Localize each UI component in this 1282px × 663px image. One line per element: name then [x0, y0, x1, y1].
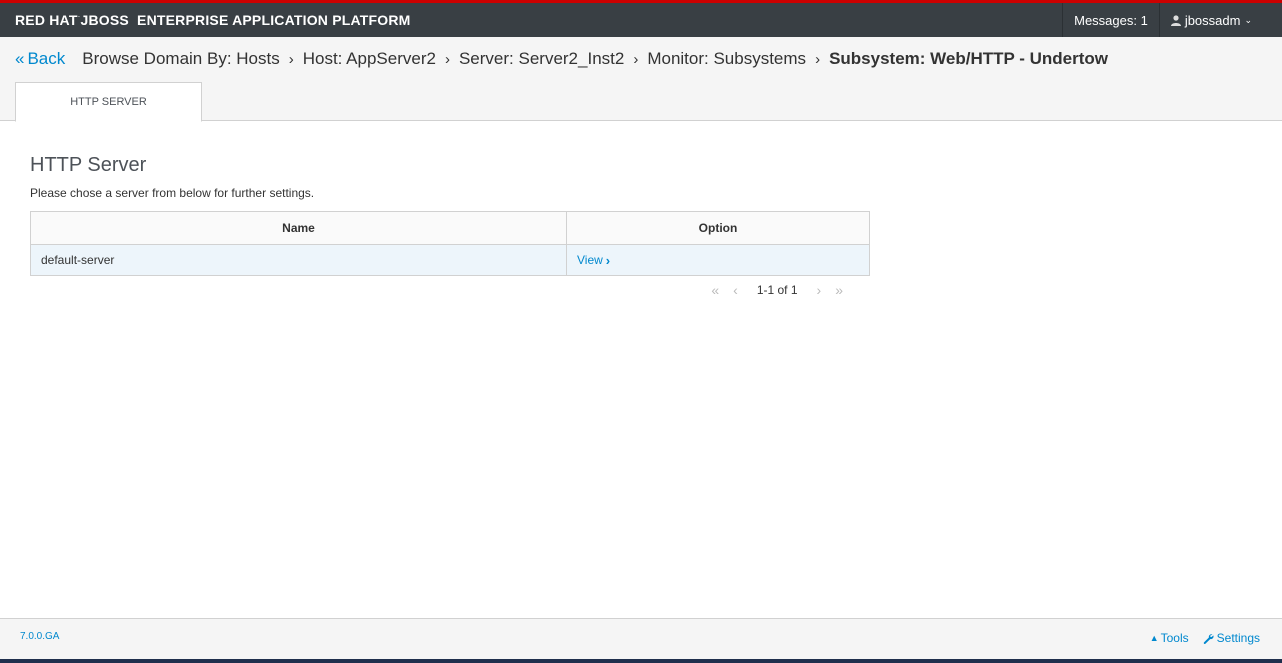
caret-up-icon: ▲ [1149, 633, 1159, 643]
user-name: jbossadm [1184, 12, 1241, 28]
brand-secondary: JBOSS [80, 12, 129, 28]
cell-name: default-server [30, 244, 567, 276]
pager: « ‹ 1-1 of 1 › » [30, 282, 870, 298]
breadcrumb-item-hosts[interactable]: Browse Domain By: Hosts [82, 49, 279, 69]
top-header: RED HAT·JBOSS ENTERPRISE APPLICATION PLA… [0, 0, 1282, 37]
chevron-down-icon: ⌄ [1244, 14, 1252, 25]
prev-page-icon[interactable]: ‹ [733, 282, 738, 298]
tools-label: Tools [1160, 631, 1189, 645]
cell-option: View › [566, 244, 870, 276]
main-content: HTTP Server Please chose a server from b… [30, 154, 870, 298]
breadcrumb-bar: « Back Browse Domain By: Hosts › Host: A… [0, 37, 1282, 122]
breadcrumb-current: Subsystem: Web/HTTP - Undertow [829, 49, 1109, 68]
column-header-name[interactable]: Name [30, 211, 567, 245]
page-description: Please chose a server from below for fur… [30, 186, 315, 200]
chevron-right-icon: › [444, 50, 450, 68]
messages-button[interactable]: Messages: 1 [1062, 3, 1159, 37]
brand-name: ENTERPRISE APPLICATION PLATFORM [137, 12, 411, 28]
settings-label: Settings [1216, 631, 1260, 645]
first-page-icon[interactable]: « [711, 282, 719, 298]
view-label: View [577, 253, 603, 267]
settings-link[interactable]: Settings [1203, 631, 1260, 645]
version-link[interactable]: 7.0.0.GA [20, 631, 59, 642]
back-link[interactable]: « Back [15, 49, 65, 69]
user-icon [1170, 14, 1181, 26]
wrench-icon [1203, 633, 1214, 644]
footer: 7.0.0.GA ▲ Tools Settings [0, 618, 1282, 663]
back-label: Back [27, 49, 66, 68]
server-table: Name Option default-server View › [30, 211, 870, 276]
page-title: HTTP Server [30, 154, 147, 176]
breadcrumb-item-host[interactable]: Host: AppServer2 [303, 49, 436, 69]
next-page-icon[interactable]: › [817, 282, 822, 298]
chevron-right-icon: › [815, 50, 821, 68]
pager-info: 1-1 of 1 [756, 283, 798, 297]
breadcrumb-item-server[interactable]: Server: Server2_Inst2 [459, 49, 624, 69]
chevron-right-icon: › [288, 50, 294, 68]
header-actions: Messages: 1 jbossadm ⌄ [1062, 3, 1282, 37]
table-header-row: Name Option [30, 211, 870, 245]
footer-links: ▲ Tools Settings [1136, 631, 1260, 645]
bottom-strip [0, 659, 1282, 663]
table-row[interactable]: default-server View › [30, 244, 870, 276]
breadcrumb: « Back Browse Domain By: Hosts › Host: A… [15, 49, 1108, 69]
breadcrumb-item-monitor[interactable]: Monitor: Subsystems [647, 49, 806, 69]
messages-label: Messages: 1 [1074, 12, 1148, 28]
brand-logo: RED HAT·JBOSS ENTERPRISE APPLICATION PLA… [15, 12, 411, 28]
chevron-right-icon: › [605, 252, 611, 268]
double-chevron-left-icon: « [15, 49, 25, 68]
user-menu-button[interactable]: jbossadm ⌄ [1158, 3, 1282, 37]
brand-primary: RED HAT [15, 12, 78, 28]
tab-label: HTTP SERVER [70, 96, 147, 108]
tools-link[interactable]: ▲ Tools [1150, 631, 1189, 645]
last-page-icon[interactable]: » [835, 282, 843, 298]
column-header-option[interactable]: Option [566, 211, 870, 245]
view-link[interactable]: View › [577, 253, 610, 268]
tab-http-server[interactable]: HTTP SERVER [15, 82, 202, 122]
chevron-right-icon: › [633, 50, 639, 68]
